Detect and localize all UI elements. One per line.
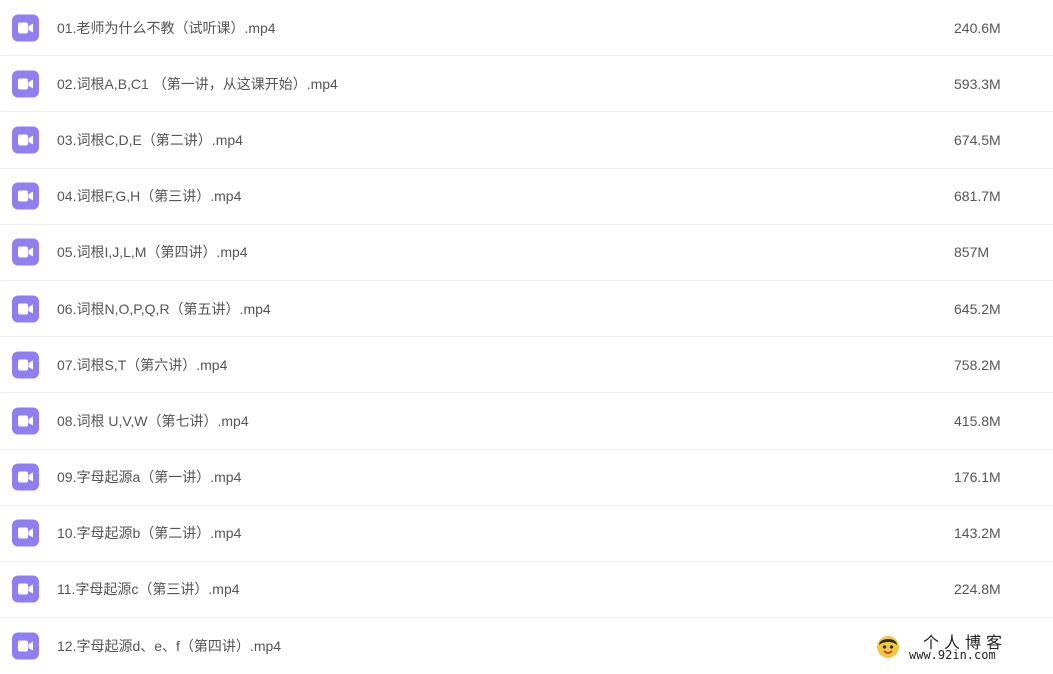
file-row[interactable]: 11.字母起源c（第三讲）.mp4 224.8M [0, 562, 1053, 619]
watermark-url: www.92in.com [909, 648, 996, 662]
file-name[interactable]: 09.字母起源a（第一讲）.mp4 [57, 467, 241, 487]
video-file-icon [12, 407, 39, 435]
file-row[interactable]: 10.字母起源b（第二讲）.mp4 143.2M [0, 506, 1053, 562]
video-file-icon [12, 238, 39, 266]
file-size: 681.7M [954, 188, 1001, 205]
video-file-icon [12, 463, 39, 491]
file-size: 857M [954, 244, 990, 261]
file-row[interactable]: 02.词根A,B,C1 （第一讲，从这课开始）.mp4 593.3M [0, 56, 1053, 113]
video-file-icon [12, 575, 39, 603]
video-file-icon [12, 351, 39, 379]
file-name[interactable]: 12.字母起源d、e、f（第四讲）.mp4 [57, 636, 281, 656]
video-file-icon [12, 632, 39, 660]
file-size: 224.8M [954, 581, 1001, 598]
file-row[interactable]: 04.词根F,G,H（第三讲）.mp4 681.7M [0, 169, 1053, 225]
file-size: 415.8M [954, 412, 1001, 429]
file-size: 645.2M [954, 300, 1001, 317]
file-size: 758.2M [954, 356, 1001, 373]
video-file-icon [12, 14, 39, 42]
file-size: 240.6M [954, 19, 1001, 36]
file-size: 593.3M [954, 75, 1001, 92]
video-file-icon [12, 182, 39, 210]
file-size: 143.2M [954, 525, 1001, 542]
file-name[interactable]: 05.词根I,J,L,M（第四讲）.mp4 [57, 242, 248, 262]
watermark-logo-icon [877, 636, 899, 658]
file-name[interactable]: 01.老师为什么不教（试听课）.mp4 [57, 18, 276, 38]
file-name[interactable]: 03.词根C,D,E（第二讲）.mp4 [57, 130, 243, 150]
file-row[interactable]: 09.字母起源a（第一讲）.mp4 176.1M [0, 450, 1053, 506]
file-row[interactable]: 01.老师为什么不教（试听课）.mp4 240.6M [0, 0, 1053, 57]
file-row[interactable]: 08.词根 U,V,W（第七讲）.mp4 415.8M [0, 393, 1053, 450]
file-name[interactable]: 07.词根S,T（第六讲）.mp4 [57, 355, 227, 375]
file-name[interactable]: 11.字母起源c（第三讲）.mp4 [57, 579, 240, 599]
file-name[interactable]: 10.字母起源b（第二讲）.mp4 [57, 523, 241, 543]
file-name[interactable]: 04.词根F,G,H（第三讲）.mp4 [57, 186, 241, 206]
file-list: 01.老师为什么不教（试听课）.mp4 240.6M 02.词根A,B,C1 （… [0, 0, 1053, 674]
file-row[interactable]: 07.词根S,T（第六讲）.mp4 758.2M [0, 337, 1053, 394]
video-file-icon [12, 70, 39, 98]
file-row[interactable]: 05.词根I,J,L,M（第四讲）.mp4 857M [0, 225, 1053, 281]
file-name[interactable]: 08.词根 U,V,W（第七讲）.mp4 [57, 411, 249, 431]
video-file-icon [12, 295, 39, 323]
file-size: 674.5M [954, 131, 1001, 148]
file-name[interactable]: 02.词根A,B,C1 （第一讲，从这课开始）.mp4 [57, 74, 338, 94]
file-row[interactable]: 06.词根N,O,P,Q,R（第五讲）.mp4 645.2M [0, 281, 1053, 338]
video-file-icon [12, 519, 39, 547]
file-size: 176.1M [954, 469, 1001, 486]
blog-watermark: 个人博客 www.92in.com [875, 629, 1035, 665]
file-row[interactable]: 03.词根C,D,E（第二讲）.mp4 674.5M [0, 112, 1053, 169]
file-name[interactable]: 06.词根N,O,P,Q,R（第五讲）.mp4 [57, 299, 271, 319]
video-file-icon [12, 126, 39, 154]
